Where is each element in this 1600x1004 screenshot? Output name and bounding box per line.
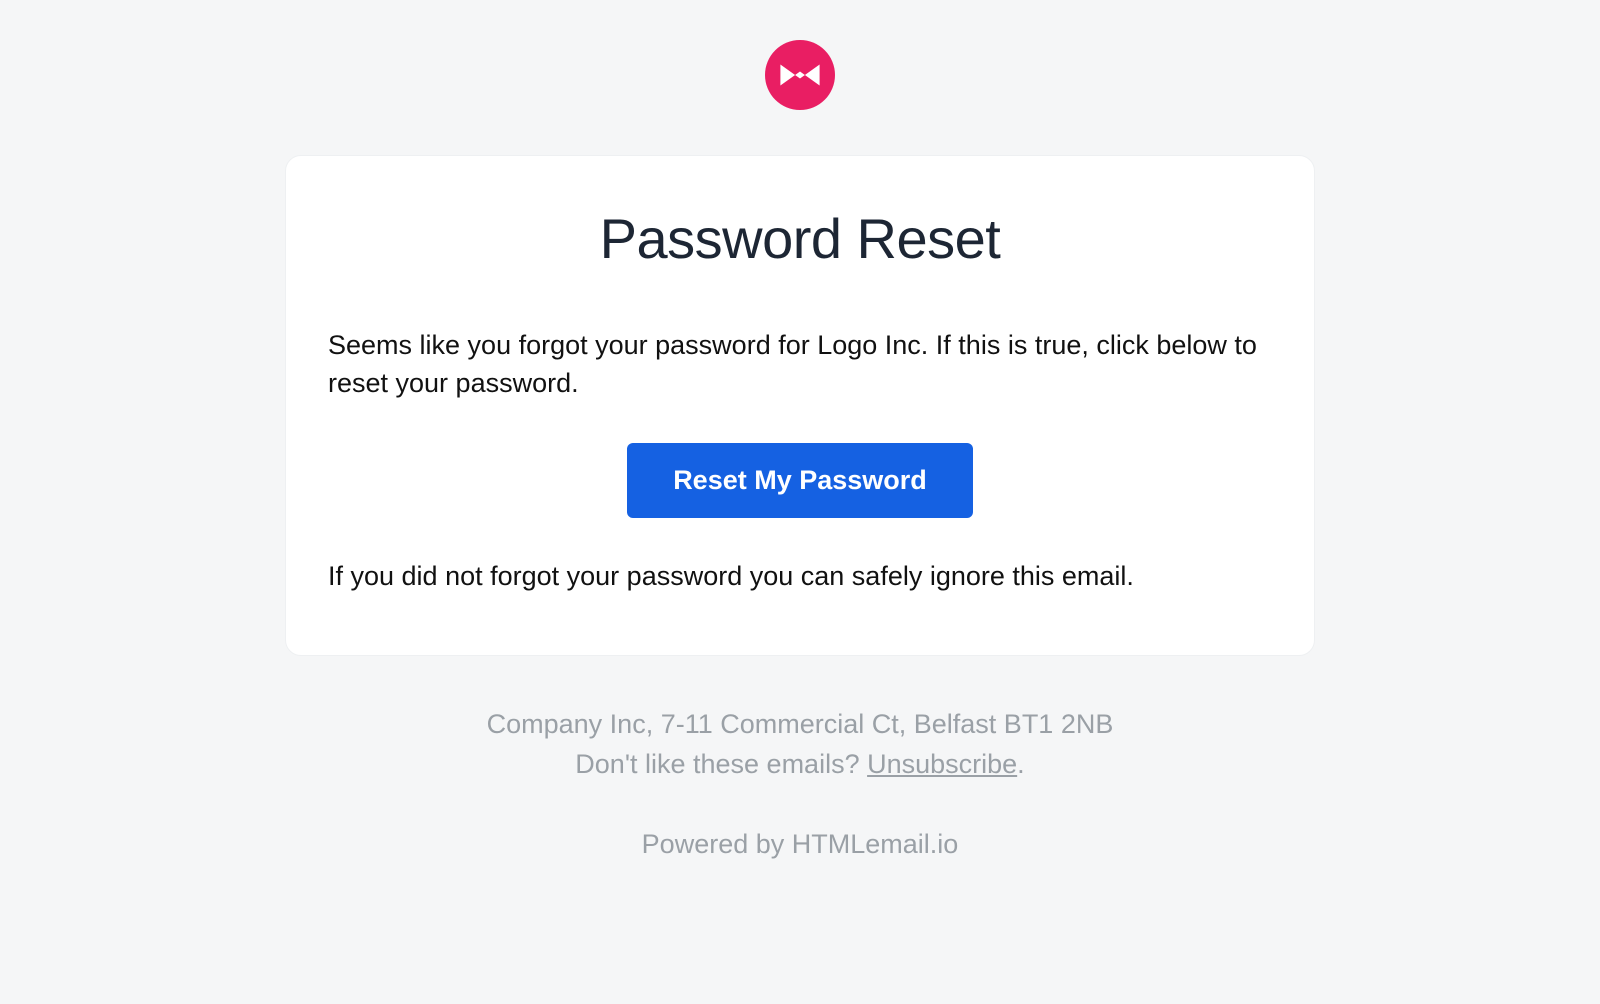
email-card: Password Reset Seems like you forgot you… — [285, 155, 1315, 656]
unsubscribe-suffix: . — [1017, 749, 1025, 779]
footer-address: Company Inc, 7-11 Commercial Ct, Belfast… — [285, 706, 1315, 744]
unsubscribe-prompt: Don't like these emails? — [575, 749, 867, 779]
powered-by-line: Powered by HTMLemail.io — [285, 826, 1315, 864]
bowtie-logo-icon — [765, 40, 835, 110]
button-row: Reset My Password — [328, 443, 1272, 518]
logo-container — [765, 40, 835, 115]
ignore-text: If you did not forgot your password you … — [328, 558, 1272, 596]
reset-password-button[interactable]: Reset My Password — [627, 443, 973, 518]
intro-text: Seems like you forgot your password for … — [328, 327, 1272, 403]
email-footer: Company Inc, 7-11 Commercial Ct, Belfast… — [285, 656, 1315, 863]
page-title: Password Reset — [328, 206, 1272, 271]
footer-unsubscribe-line: Don't like these emails? Unsubscribe. — [285, 746, 1315, 784]
powered-by-link[interactable]: HTMLemail.io — [792, 829, 959, 859]
unsubscribe-link[interactable]: Unsubscribe — [867, 749, 1017, 779]
powered-prefix: Powered by — [642, 829, 792, 859]
